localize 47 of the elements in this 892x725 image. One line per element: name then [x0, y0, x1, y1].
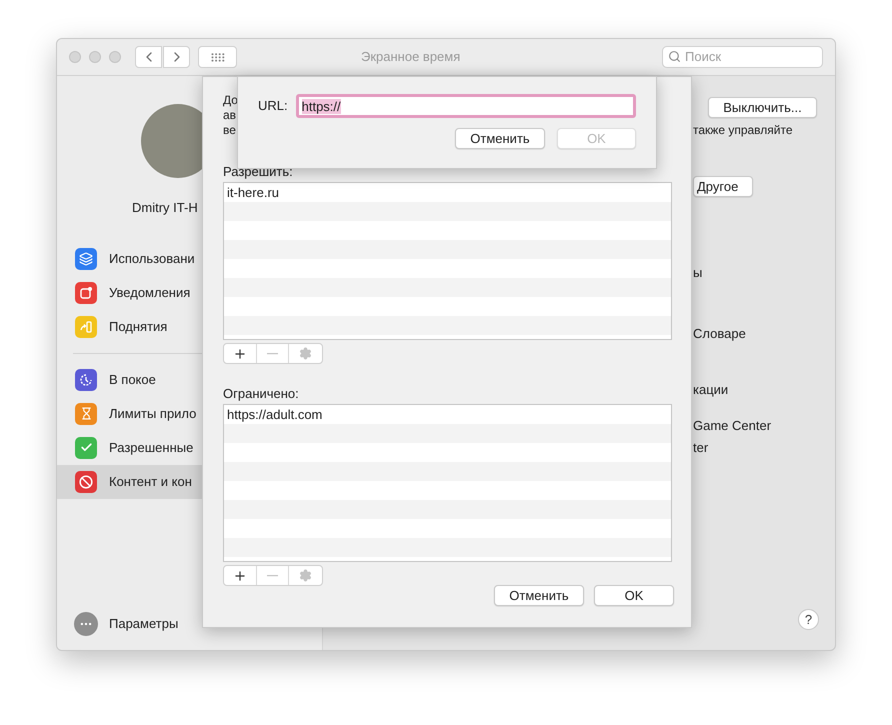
help-button[interactable]: ? — [798, 609, 819, 630]
list-label: Разрешить: — [223, 164, 294, 180]
url-input-field[interactable]: https:// — [296, 94, 636, 118]
search-field[interactable]: Поиск — [662, 46, 823, 68]
ok-button[interactable]: OK — [594, 585, 674, 606]
hourglass-icon — [75, 402, 97, 424]
forward-button[interactable] — [163, 46, 190, 68]
other-button[interactable]: Другое — [693, 176, 753, 197]
url-label: URL: — [258, 97, 288, 116]
window-control-icon[interactable] — [89, 51, 101, 63]
phone-pickup-icon — [75, 316, 97, 338]
notification-icon — [75, 282, 97, 304]
url-entry[interactable]: https://adult.com — [227, 405, 322, 424]
gear-icon — [299, 347, 312, 360]
back-button[interactable] — [135, 46, 162, 68]
minus-icon — [267, 574, 278, 576]
user-name: Dmitry IT-H — [132, 199, 199, 217]
minus-icon — [267, 352, 278, 354]
cancel-button[interactable]: Отменить — [494, 585, 584, 606]
check-badge-icon — [75, 436, 97, 458]
intro-text: ве — [223, 123, 237, 138]
option-label: ы — [693, 264, 704, 282]
show-all-button[interactable] — [198, 46, 237, 68]
grid-icon — [210, 52, 224, 62]
url-entry[interactable]: it-here.ru — [227, 183, 280, 202]
turn-off-button[interactable]: Выключить... — [708, 97, 817, 118]
more-icon — [74, 612, 98, 636]
option-label: Game Center — [693, 416, 772, 434]
prohibited-icon — [75, 470, 97, 492]
plus-icon — [232, 568, 247, 582]
option-label: Словаре — [693, 324, 747, 343]
plus-icon — [232, 346, 247, 360]
options-link[interactable]: Параметры — [109, 614, 178, 634]
window-control-icon[interactable] — [109, 51, 121, 63]
moon-clock-icon — [75, 368, 97, 390]
option-label: кации — [693, 381, 730, 399]
intro-text: ав — [223, 108, 238, 123]
window-title: Экранное время — [361, 48, 460, 66]
description-text: также управляйте — [693, 122, 794, 139]
list-label: Ограничено: — [223, 386, 300, 402]
window-control-icon[interactable] — [69, 51, 81, 63]
search-icon — [668, 50, 681, 63]
cancel-button[interactable]: Отменить — [455, 128, 545, 149]
gear-icon — [299, 569, 312, 582]
option-label: ter — [693, 439, 710, 457]
intro-text: До — [223, 93, 239, 108]
layers-icon — [75, 248, 97, 270]
